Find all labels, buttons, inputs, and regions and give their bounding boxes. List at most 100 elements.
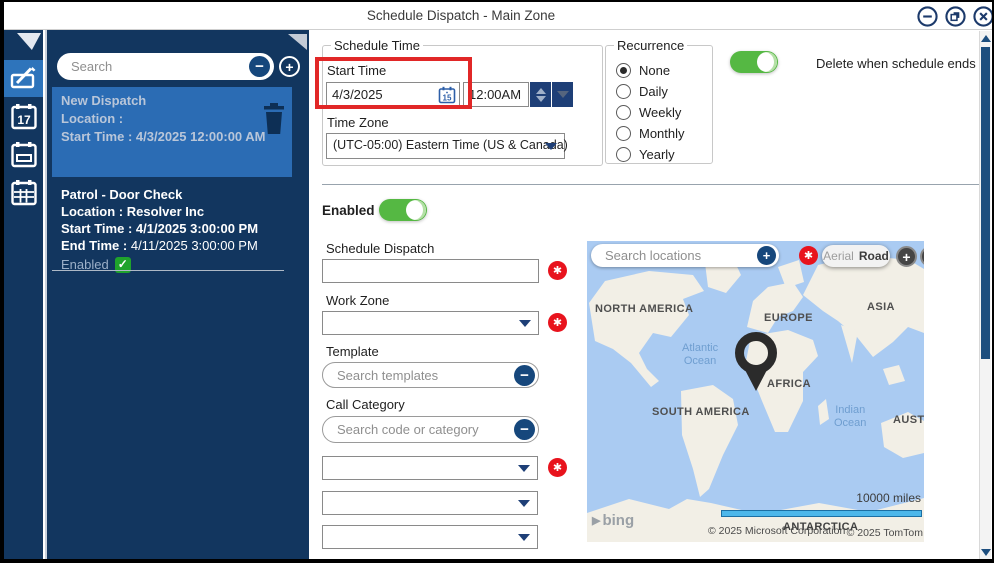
calendar-day-icon: 17 bbox=[11, 104, 37, 130]
call-category-select-3[interactable] bbox=[322, 525, 538, 549]
recurrence-option-none[interactable]: None bbox=[616, 63, 702, 78]
start-time-time-field[interactable]: 12:00AM bbox=[463, 82, 529, 107]
location-map[interactable]: NORTH AMERICA EUROPE ASIA Atlantic Ocean… bbox=[587, 241, 924, 542]
clear-template-icon[interactable]: − bbox=[514, 365, 535, 386]
radio-icon[interactable] bbox=[616, 126, 631, 141]
template-search-input[interactable] bbox=[337, 365, 497, 386]
schedule-dispatch-input[interactable] bbox=[322, 259, 539, 283]
sidebar-item-day-view[interactable]: 17 bbox=[4, 98, 43, 135]
time-dropdown-button[interactable] bbox=[552, 82, 573, 107]
date-picker-icon[interactable]: 15 bbox=[438, 86, 456, 104]
aerial-view-button[interactable]: Aerial bbox=[823, 249, 854, 263]
recurrence-option-weekly[interactable]: Weekly bbox=[616, 105, 702, 120]
chevron-down-icon bbox=[557, 91, 569, 98]
map-scale-bar bbox=[721, 510, 922, 517]
item-title: Patrol - Door Check bbox=[61, 186, 283, 203]
start-time-label: Start Time bbox=[327, 63, 386, 78]
call-category-search-input[interactable] bbox=[337, 419, 497, 440]
recurrence-option-daily[interactable]: Daily bbox=[616, 84, 702, 99]
list-item-new-dispatch[interactable]: New Dispatch Location : Start Time : 4/3… bbox=[52, 87, 292, 177]
scroll-up-icon[interactable] bbox=[981, 33, 991, 43]
enabled-label: Enabled bbox=[322, 203, 375, 218]
item-location-label: Location : bbox=[61, 111, 123, 126]
scrollbar-thumb[interactable] bbox=[981, 47, 990, 359]
title-bar: Schedule Dispatch - Main Zone bbox=[4, 2, 992, 30]
calendar-week-icon bbox=[11, 142, 37, 168]
map-label-north-america: NORTH AMERICA bbox=[595, 303, 693, 315]
enabled-toggle[interactable] bbox=[379, 199, 427, 221]
calendar-month-icon bbox=[11, 180, 37, 206]
radio-icon[interactable] bbox=[616, 147, 631, 162]
required-asterisk-icon: ✱ bbox=[799, 246, 818, 265]
delete-schedule-icon[interactable] bbox=[262, 103, 286, 135]
start-date-field[interactable]: 4/3/2025 15 bbox=[326, 82, 460, 107]
add-schedule-button[interactable]: + bbox=[279, 56, 300, 77]
map-label-australia: AUSTRALIA bbox=[893, 414, 924, 426]
template-search-box: − bbox=[322, 362, 539, 388]
list-item-patrol-door-check[interactable]: Patrol - Door Check Location : Resolver … bbox=[52, 186, 292, 273]
delete-when-ends-toggle[interactable] bbox=[730, 51, 778, 73]
minimize-button[interactable] bbox=[917, 6, 938, 27]
panel-resize-triangle[interactable] bbox=[288, 34, 307, 50]
add-location-icon[interactable]: + bbox=[757, 246, 776, 265]
svg-text:17: 17 bbox=[17, 113, 31, 127]
bing-logo: ▶bing bbox=[592, 512, 634, 529]
time-spinner[interactable] bbox=[530, 82, 551, 107]
call-category-search-box: − bbox=[322, 416, 539, 443]
map-label-africa: AFRICA bbox=[767, 378, 811, 390]
required-asterisk-icon: ✱ bbox=[548, 261, 567, 280]
sidebar-item-new-schedule[interactable] bbox=[4, 60, 43, 97]
map-copyright-tomtom: © 2025 TomTom bbox=[847, 527, 923, 539]
schedule-search-box: − bbox=[57, 53, 274, 80]
time-zone-select[interactable]: (UTC-05:00) Eastern Time (US & Canada) bbox=[326, 133, 565, 159]
restore-button[interactable] bbox=[945, 6, 966, 27]
recurrence-option-yearly[interactable]: Yearly bbox=[616, 147, 702, 162]
road-view-button[interactable]: Road bbox=[859, 249, 889, 263]
chevron-down-icon bbox=[545, 143, 557, 150]
map-search-box: + bbox=[591, 244, 779, 267]
recurrence-group: Recurrence None Daily Weekly Monthly Yea… bbox=[605, 38, 713, 164]
map-search-input[interactable] bbox=[605, 245, 765, 266]
radio-icon[interactable] bbox=[616, 84, 631, 99]
edit-schedule-icon bbox=[10, 66, 37, 91]
clear-search-icon[interactable]: − bbox=[249, 56, 270, 77]
map-label-indian-ocean: Indian Ocean bbox=[834, 404, 866, 430]
item-start-label: Start Time : bbox=[61, 129, 132, 144]
recurrence-option-monthly[interactable]: Monthly bbox=[616, 126, 702, 141]
map-label-south-america: SOUTH AMERICA bbox=[652, 406, 750, 418]
radio-icon[interactable] bbox=[616, 63, 631, 78]
app-window: Schedule Dispatch - Main Zone bbox=[0, 0, 994, 563]
vertical-scrollbar[interactable] bbox=[979, 31, 991, 559]
sidebar-resize-triangle[interactable] bbox=[17, 33, 41, 50]
bing-flag-icon: ▶ bbox=[592, 514, 600, 527]
list-divider bbox=[52, 270, 284, 271]
section-divider bbox=[322, 184, 980, 185]
item-title: New Dispatch bbox=[61, 92, 283, 110]
spin-up-icon[interactable] bbox=[536, 88, 546, 94]
sidebar-item-week-view[interactable] bbox=[4, 136, 43, 173]
required-asterisk-icon: ✱ bbox=[548, 313, 567, 332]
map-label-atlantic-ocean: Atlantic Ocean bbox=[682, 342, 718, 368]
schedule-dispatch-label: Schedule Dispatch bbox=[326, 241, 434, 256]
map-label-asia: ASIA bbox=[867, 301, 895, 313]
map-label-europe: EUROPE bbox=[764, 312, 813, 324]
work-zone-label: Work Zone bbox=[326, 293, 389, 308]
schedule-time-legend: Schedule Time bbox=[331, 38, 423, 53]
time-zone-label: Time Zone bbox=[327, 115, 389, 130]
close-button[interactable] bbox=[973, 6, 994, 27]
clear-call-category-icon[interactable]: − bbox=[514, 419, 535, 440]
chevron-down-icon bbox=[518, 500, 530, 507]
call-category-select-1[interactable] bbox=[322, 456, 538, 480]
schedule-search-input[interactable] bbox=[71, 54, 231, 78]
zoom-in-button[interactable]: + bbox=[896, 246, 917, 267]
chevron-down-icon bbox=[518, 534, 530, 541]
radio-icon[interactable] bbox=[616, 105, 631, 120]
chevron-down-icon bbox=[518, 465, 530, 472]
call-category-select-2[interactable] bbox=[322, 491, 538, 515]
map-copyright-microsoft: © 2025 Microsoft Corporation bbox=[708, 525, 845, 537]
icon-sidebar: 17 bbox=[4, 30, 43, 559]
spin-down-icon[interactable] bbox=[536, 96, 546, 102]
sidebar-item-month-view[interactable] bbox=[4, 174, 43, 211]
scroll-down-icon[interactable] bbox=[981, 547, 991, 557]
work-zone-select[interactable] bbox=[322, 311, 539, 335]
